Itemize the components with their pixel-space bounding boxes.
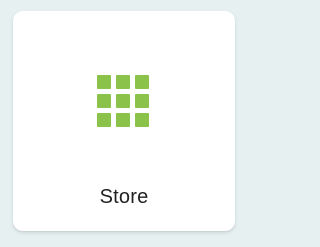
grid-cell <box>135 113 149 127</box>
grid-cell <box>135 75 149 89</box>
store-tile[interactable]: Store <box>13 11 235 231</box>
grid-cell <box>135 94 149 108</box>
grid-cell <box>97 94 111 108</box>
grid-cell <box>116 94 130 108</box>
grid-cell <box>97 113 111 127</box>
tile-label: Store <box>99 186 149 208</box>
grid-apps-icon <box>97 75 153 131</box>
grid-cell <box>116 75 130 89</box>
grid-cell <box>97 75 111 89</box>
grid-cell <box>116 113 130 127</box>
